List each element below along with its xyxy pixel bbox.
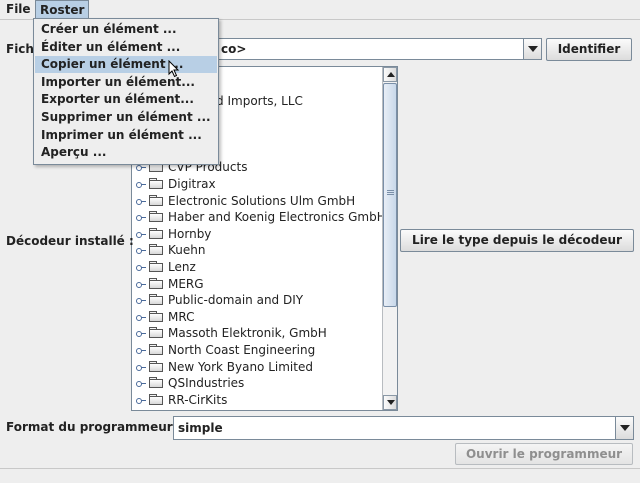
tree-row[interactable]: MRC (132, 309, 384, 326)
grip-icon (387, 190, 394, 196)
folder-icon (149, 327, 164, 339)
tree-row-label: New York Byano Limited (168, 359, 313, 374)
tree-row-label: Lenz (168, 260, 196, 274)
tree-row-label: Haber and Koenig Electronics GmbH (168, 210, 386, 225)
folder-icon (149, 178, 164, 189)
folder-icon (149, 227, 164, 239)
fichier-combo[interactable]: co> (210, 38, 542, 60)
tree-expand-icon[interactable] (136, 345, 146, 355)
tree-row-label: Kuehn (168, 243, 206, 258)
tree-expand-icon[interactable] (136, 328, 146, 338)
tree-row-label: Massoth Elektronik, GmbH (168, 326, 327, 341)
tree-row-label: QSIndustries (168, 376, 245, 391)
tree-row-label: Electronic Solutions Ulm GmbH (168, 193, 356, 208)
tree-row-label: MRC (168, 309, 195, 324)
identifier-button[interactable]: Identifier (546, 38, 632, 61)
folder-icon (149, 377, 164, 389)
tree-row-label: RR-CirKits (168, 392, 228, 407)
tree-row[interactable]: Digitrax (132, 176, 384, 193)
tree-row-label: North Coast Engineering (168, 343, 316, 357)
folder-icon (149, 244, 164, 256)
roster-menu-item[interactable]: Importer un élément... (35, 74, 217, 91)
roster-menu-item[interactable]: Exporter un élément... (35, 91, 217, 108)
tree-scrollbar[interactable] (382, 67, 397, 410)
roster-menu-item[interactable]: Éditer un élément ... (35, 39, 217, 56)
tree-expand-icon[interactable] (136, 395, 146, 405)
menu-bar (0, 0, 640, 20)
tree-row-label: Hornby (168, 226, 212, 241)
folder-icon (149, 310, 164, 322)
tree-row-label: Digitrax (168, 177, 216, 191)
scroll-thumb[interactable] (383, 83, 397, 307)
tree-expand-icon[interactable] (136, 312, 146, 322)
fichier-combo-arrow[interactable] (523, 39, 541, 59)
tree-expand-icon[interactable] (136, 262, 146, 272)
scroll-up-button[interactable] (383, 67, 397, 82)
menu-roster[interactable]: Roster (35, 0, 90, 19)
tree-row-label: Public-domain and DIY (168, 293, 304, 308)
tree-row[interactable]: Electronic Solutions Ulm GmbH (132, 193, 384, 210)
chevron-down-icon (620, 425, 630, 431)
tree-expand-icon[interactable] (136, 279, 146, 289)
lire-type-button[interactable]: Lire le type depuis le décodeur (400, 229, 634, 252)
tree-row[interactable]: New York Byano Limited (132, 359, 384, 376)
folder-icon (149, 360, 164, 372)
folder-icon (149, 393, 164, 405)
mouse-cursor-icon (168, 60, 180, 78)
tree-expand-icon[interactable] (136, 295, 146, 305)
tree-row[interactable]: North Coast Engineering (132, 342, 384, 359)
roster-menu-item[interactable]: Copier un élément ... (35, 56, 217, 74)
roster-menu-item[interactable]: Créer un élément ... (35, 21, 217, 38)
arrow-down-icon (387, 400, 395, 405)
format-combo-arrow[interactable] (615, 417, 633, 439)
tree-row[interactable]: MERG (132, 276, 384, 293)
roster-dropdown-menu: Créer un élément ... Éditer un élément ..… (33, 18, 219, 165)
folder-icon (149, 277, 164, 289)
tree-expand-icon[interactable] (136, 212, 146, 222)
tree-expand-icon[interactable] (136, 179, 146, 189)
folder-icon (149, 194, 164, 206)
arrow-up-icon (387, 72, 395, 77)
tree-row-label: MERG (168, 276, 204, 291)
tree-row[interactable]: Hornby (132, 226, 384, 243)
format-combo[interactable]: simple (173, 416, 634, 440)
tree-row[interactable]: Public-domain and DIY (132, 292, 384, 309)
folder-icon (149, 211, 164, 223)
fichier-combo-value: co> (221, 42, 247, 56)
format-label: Format du programmeur : (6, 420, 182, 434)
ouvrir-programmeur-button[interactable]: Ouvrir le programmeur (455, 443, 633, 465)
tree-row[interactable]: Haber and Koenig Electronics GmbH (132, 209, 386, 226)
tree-row[interactable]: Kuehn (132, 242, 384, 259)
chevron-down-icon (528, 46, 538, 52)
tree-expand-icon[interactable] (136, 229, 146, 239)
folder-icon (149, 261, 164, 272)
tree-expand-icon[interactable] (136, 245, 146, 255)
tree-row[interactable]: Massoth Elektronik, GmbH (132, 325, 384, 342)
roster-menu-item[interactable]: Supprimer un élément ... (35, 109, 217, 126)
format-combo-value: simple (178, 421, 223, 435)
tree-expand-icon[interactable] (136, 378, 146, 388)
scroll-down-button[interactable] (383, 395, 397, 410)
tree-row[interactable]: Lenz (132, 259, 384, 276)
roster-menu-item[interactable]: Aperçu ... (35, 144, 217, 161)
menu-file[interactable]: File (2, 0, 35, 19)
roster-menu-item[interactable]: Imprimer un élément ... (35, 127, 217, 144)
bottom-separator (0, 468, 640, 469)
tree-expand-icon[interactable] (136, 362, 146, 372)
folder-icon (149, 294, 164, 306)
tree-expand-icon[interactable] (136, 196, 146, 206)
tree-row[interactable]: QSIndustries (132, 375, 384, 392)
tree-row[interactable]: RR-CirKits (132, 392, 384, 409)
decodeur-label: Décodeur installé : (6, 234, 134, 248)
folder-icon (149, 344, 164, 355)
